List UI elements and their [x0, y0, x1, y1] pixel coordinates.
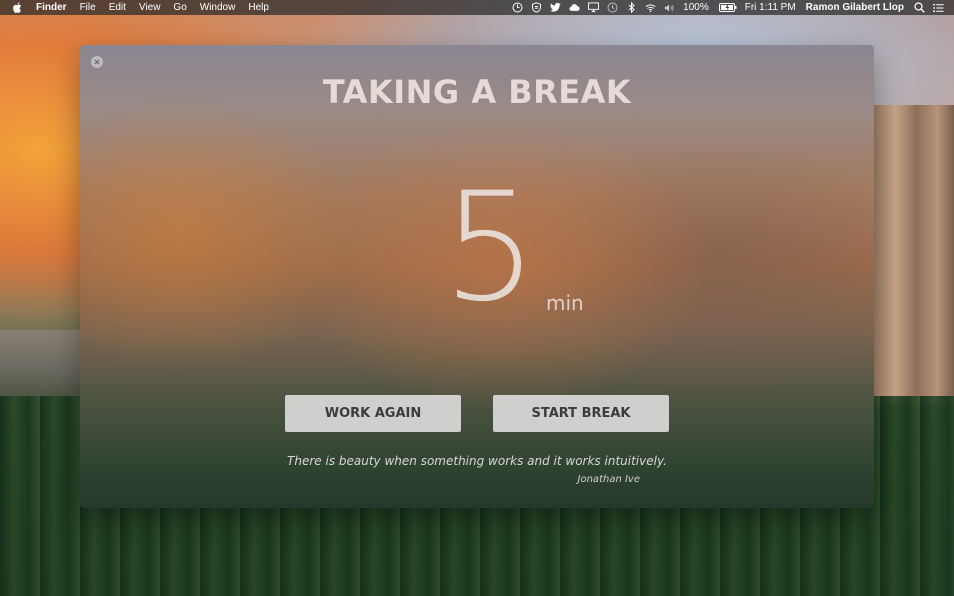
break-title: TAKING A BREAK: [322, 73, 632, 111]
desktop: Finder File Edit View Go Window Help 100…: [0, 0, 954, 596]
menu-bar: Finder File Edit View Go Window Help 100…: [0, 0, 954, 15]
clock-icon[interactable]: [512, 2, 523, 13]
menu-view[interactable]: View: [139, 2, 161, 13]
airplay-icon[interactable]: [588, 2, 600, 13]
wallpaper-cliff: [870, 105, 954, 405]
menu-window[interactable]: Window: [200, 2, 236, 13]
menu-help[interactable]: Help: [248, 2, 269, 13]
quote-author: Jonathan Ive: [577, 474, 640, 485]
user-name[interactable]: Ramon Gilabert Llop: [806, 2, 904, 13]
wifi-icon[interactable]: [645, 2, 656, 13]
time-machine-icon[interactable]: [607, 2, 618, 13]
battery-percent: 100%: [683, 2, 709, 13]
spotlight-search-icon[interactable]: [914, 2, 925, 13]
menu-go[interactable]: Go: [173, 2, 186, 13]
menubar-clock[interactable]: Fri 1:11 PM: [745, 2, 796, 13]
menu-app-name[interactable]: Finder: [36, 2, 67, 13]
twitter-icon[interactable]: [550, 2, 561, 13]
menu-edit[interactable]: Edit: [109, 2, 126, 13]
shield-icon[interactable]: [531, 2, 542, 13]
cloud-icon[interactable]: [569, 2, 580, 13]
close-icon: [94, 59, 100, 65]
start-break-button[interactable]: START BREAK: [493, 395, 669, 432]
volume-icon[interactable]: [664, 2, 675, 13]
break-window: TAKING A BREAK 5 min WORK AGAIN START BR…: [80, 45, 874, 508]
quote-text: There is beauty when something works and…: [287, 454, 667, 468]
bluetooth-icon[interactable]: [626, 2, 637, 13]
close-button[interactable]: [91, 56, 103, 68]
menu-file[interactable]: File: [80, 2, 96, 13]
apple-menu-icon[interactable]: [13, 2, 23, 13]
status-area: 100% Fri 1:11 PM Ramon Gilabert Llop: [512, 2, 954, 13]
battery-icon[interactable]: [718, 2, 737, 13]
notification-center-icon[interactable]: [933, 2, 944, 13]
break-duration-unit: min: [546, 291, 584, 315]
work-again-button[interactable]: WORK AGAIN: [285, 395, 461, 432]
